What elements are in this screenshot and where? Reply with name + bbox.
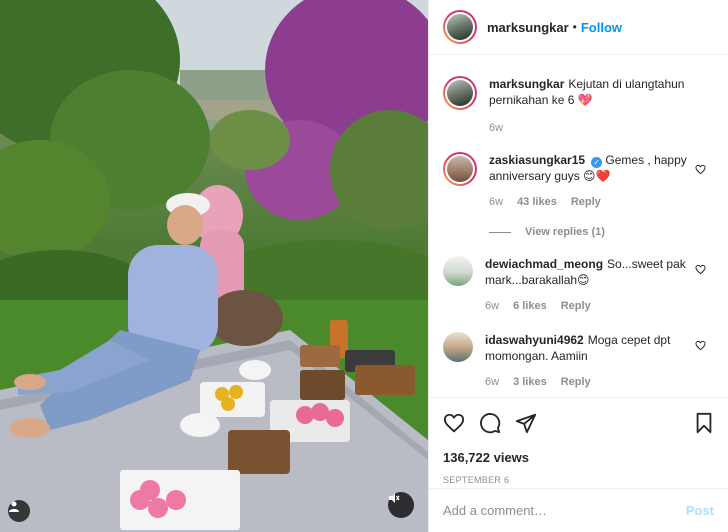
verified-icon: ✓ bbox=[591, 157, 603, 168]
follow-button[interactable]: Follow bbox=[581, 20, 622, 35]
comment-item: dewiachmad_meong So...sweet pak mark...ba… bbox=[443, 256, 714, 314]
comment-like-heart-icon[interactable] bbox=[695, 164, 706, 175]
user-tag-icon bbox=[9, 501, 19, 512]
comment-item: zaskiasungkar15 ✓ Gemes , happy anniversa… bbox=[443, 152, 714, 210]
comment-likes[interactable]: 43 likes bbox=[517, 194, 557, 210]
post-actions: 136,722 views SEPTEMBER 6 bbox=[429, 397, 728, 485]
comment-username[interactable]: dewiachmad_meong bbox=[485, 257, 603, 271]
comment-icon[interactable] bbox=[479, 412, 501, 434]
comment-avatar[interactable] bbox=[443, 152, 477, 186]
comment-time[interactable]: 6w bbox=[485, 374, 499, 390]
caption: marksungkar Kejutan di ulangtahun pernika… bbox=[443, 76, 714, 136]
comment-username[interactable]: idaswahyuni4962 bbox=[485, 333, 584, 347]
video-frame bbox=[0, 0, 428, 532]
heart-icon[interactable] bbox=[443, 412, 465, 434]
reply-button[interactable]: Reply bbox=[561, 298, 591, 314]
comment-avatar[interactable] bbox=[443, 256, 473, 286]
post-side-panel: marksungkar • Follow marksungkar Kejutan … bbox=[428, 0, 728, 532]
view-replies-button[interactable]: View replies (1) bbox=[489, 226, 714, 238]
mute-icon bbox=[389, 493, 400, 503]
view-replies-label: View replies (1) bbox=[525, 226, 605, 238]
reply-button[interactable]: Reply bbox=[561, 374, 591, 390]
bookmark-icon[interactable] bbox=[694, 412, 714, 434]
comments-list[interactable]: marksungkar Kejutan di ulangtahun pernika… bbox=[429, 56, 728, 397]
post-header: marksungkar • Follow bbox=[429, 0, 728, 55]
author-avatar[interactable] bbox=[443, 10, 477, 44]
views-count[interactable]: 136,722 views bbox=[443, 450, 714, 465]
reply-button[interactable]: Reply bbox=[571, 194, 601, 210]
comment-item: idaswahyuni4962 Moga cepet dpt momongan. … bbox=[443, 332, 714, 390]
comment-likes[interactable]: 6 likes bbox=[513, 298, 547, 314]
comment-like-heart-icon[interactable] bbox=[695, 340, 706, 351]
comment-likes[interactable]: 3 likes bbox=[513, 374, 547, 390]
comment-time[interactable]: 6w bbox=[485, 298, 499, 314]
post-comment-button[interactable]: Post bbox=[686, 503, 714, 518]
comment-avatar[interactable] bbox=[443, 332, 473, 362]
caption-avatar[interactable] bbox=[443, 76, 477, 110]
separator-dot: • bbox=[572, 20, 577, 34]
caption-username[interactable]: marksungkar bbox=[489, 77, 564, 91]
caption-time[interactable]: 6w bbox=[489, 120, 503, 136]
user-tag-button[interactable] bbox=[8, 500, 30, 522]
comment-username[interactable]: zaskiasungkar15 bbox=[489, 153, 585, 167]
post-date[interactable]: SEPTEMBER 6 bbox=[443, 475, 714, 485]
replies-line bbox=[489, 231, 511, 233]
mute-button[interactable] bbox=[388, 492, 414, 518]
share-icon[interactable] bbox=[515, 412, 537, 434]
post-video[interactable] bbox=[0, 0, 428, 532]
comment-like-heart-icon[interactable] bbox=[695, 264, 706, 275]
comment-time[interactable]: 6w bbox=[489, 194, 503, 210]
comment-input[interactable] bbox=[443, 503, 686, 518]
add-comment-bar: Post bbox=[429, 488, 728, 532]
author-username[interactable]: marksungkar bbox=[487, 20, 569, 35]
